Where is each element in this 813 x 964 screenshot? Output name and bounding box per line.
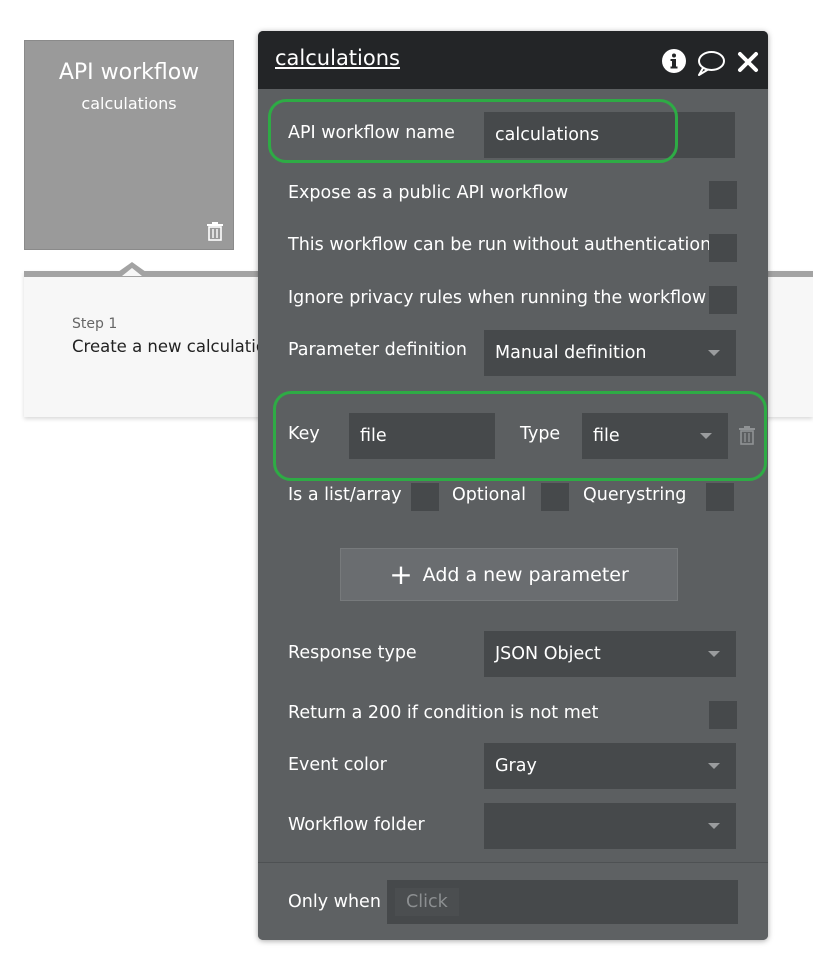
footer-divider <box>258 862 768 863</box>
trash-icon[interactable] <box>206 221 224 241</box>
step-bar-pointer-inner <box>122 268 142 276</box>
parameter-definition-value: Manual definition <box>495 343 647 363</box>
comment-icon[interactable] <box>696 50 726 76</box>
is-list-checkbox[interactable] <box>411 483 439 511</box>
step-action[interactable]: Create a new calculatio <box>72 337 266 356</box>
workflow-folder-label: Workflow folder <box>288 815 425 835</box>
querystring-checkbox[interactable] <box>706 483 734 511</box>
chevron-down-icon <box>708 763 720 769</box>
workflow-card-subtitle: calculations <box>81 94 177 113</box>
highlight-parameter-outline <box>273 391 767 481</box>
parameter-definition-label: Parameter definition <box>288 340 467 360</box>
workflow-card-title: API workflow <box>58 60 200 85</box>
response-type-label: Response type <box>288 643 417 663</box>
expose-public-checkbox[interactable] <box>709 181 737 209</box>
is-list-label: Is a list/array <box>288 485 402 505</box>
response-type-value: JSON Object <box>495 644 601 664</box>
ignore-privacy-checkbox[interactable] <box>709 286 737 314</box>
event-color-label: Event color <box>288 755 387 775</box>
event-color-dropdown[interactable]: Gray <box>484 743 736 789</box>
chevron-down-icon <box>708 350 720 356</box>
add-parameter-label: Add a new parameter <box>422 564 629 586</box>
return-200-checkbox[interactable] <box>709 701 737 729</box>
property-editor-panel: calculations API workflow name calculati… <box>258 31 768 940</box>
event-color-value: Gray <box>495 756 537 776</box>
click-placeholder[interactable]: Click <box>395 888 459 916</box>
optional-checkbox[interactable] <box>541 483 569 511</box>
run-without-auth-checkbox[interactable] <box>709 234 737 262</box>
expose-public-label: Expose as a public API workflow <box>288 183 569 203</box>
panel-title[interactable]: calculations <box>275 46 400 70</box>
step-label: Step 1 <box>72 316 118 332</box>
return-200-label: Return a 200 if condition is not met <box>288 703 599 723</box>
panel-header: calculations <box>258 31 768 89</box>
chevron-down-icon <box>708 651 720 657</box>
highlight-name-outline <box>268 99 678 163</box>
only-when-input[interactable]: Click <box>387 880 738 924</box>
close-icon[interactable] <box>737 51 759 73</box>
optional-label: Optional <box>452 485 526 505</box>
workflow-folder-dropdown[interactable] <box>484 803 736 849</box>
add-parameter-button[interactable]: + Add a new parameter <box>340 548 678 601</box>
only-when-label: Only when <box>288 892 381 912</box>
run-without-auth-label: This workflow can be run without authent… <box>288 235 712 255</box>
ignore-privacy-label: Ignore privacy rules when running the wo… <box>288 288 707 308</box>
chevron-down-icon <box>708 823 720 829</box>
response-type-dropdown[interactable]: JSON Object <box>484 631 736 677</box>
parameter-definition-dropdown[interactable]: Manual definition <box>484 330 736 376</box>
querystring-label: Querystring <box>583 485 687 505</box>
plus-icon: + <box>389 558 413 591</box>
info-icon[interactable] <box>661 48 687 74</box>
api-workflow-card[interactable]: API workflow calculations <box>24 40 234 250</box>
